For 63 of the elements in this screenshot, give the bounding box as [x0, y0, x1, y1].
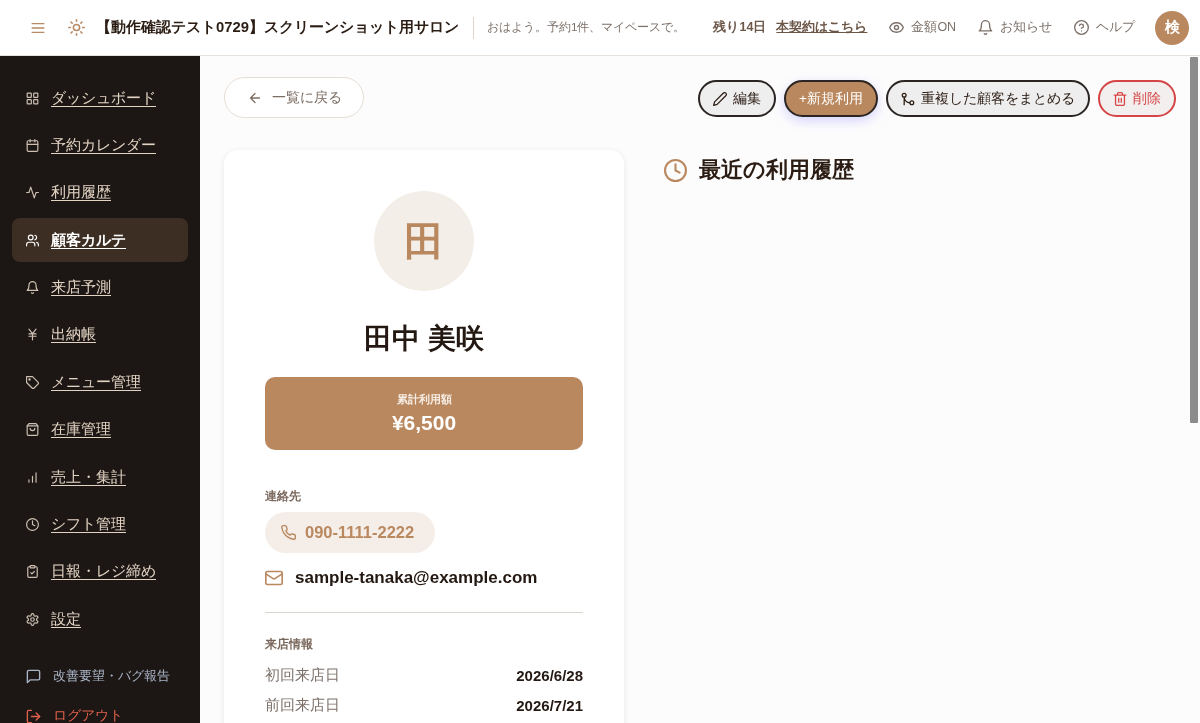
trial-remaining: 残り14日: [713, 19, 767, 36]
sidebar-item[interactable]: 出納帳: [12, 312, 188, 357]
dashboard-grid-icon: [26, 91, 39, 105]
sidebar-item[interactable]: 予約カレンダー: [12, 123, 188, 168]
bar-chart-icon: [26, 470, 39, 484]
salon-title: 【動作確認テスト0729】スクリーンショット用サロン: [96, 18, 459, 37]
sidebar-item[interactable]: ダッシュボード: [12, 76, 188, 120]
scrollbar-thumb[interactable]: [1190, 57, 1198, 423]
help-icon: [1074, 20, 1090, 35]
sidebar-item[interactable]: 設定: [12, 597, 188, 642]
sidebar-item[interactable]: シフト管理: [12, 502, 188, 547]
calendar-icon: [26, 138, 39, 152]
customer-name: 田中 美咲: [364, 322, 484, 356]
bell-icon: [978, 20, 994, 35]
visit-date: 2026/7/21: [516, 696, 583, 714]
yen-icon: [26, 328, 39, 342]
mail-icon: [265, 569, 283, 587]
merge-customers-button[interactable]: 重複した顧客をまとめる: [886, 80, 1090, 117]
history-title: 最近の利用履歴: [699, 156, 854, 184]
users-icon: [26, 233, 39, 247]
pencil-icon: [713, 91, 728, 106]
eye-icon: [889, 20, 905, 35]
message-icon: [26, 668, 41, 684]
trash-icon: [1113, 91, 1127, 106]
sidebar-item[interactable]: 在庫管理: [12, 407, 188, 452]
settings-icon: [26, 612, 39, 626]
visit-info-heading: 来店情報: [265, 636, 313, 652]
tag-icon: [26, 375, 39, 389]
back-button[interactable]: 一覧に戻る: [224, 77, 364, 118]
total-spent-value: ¥6,500: [391, 411, 457, 435]
visit-label: 初回来店日: [265, 665, 340, 685]
merge-branch-icon: [901, 91, 915, 106]
notifications-button[interactable]: お知らせ: [978, 19, 1053, 36]
feedback-link[interactable]: 改善要望・バグ報告: [12, 658, 188, 695]
bell-icon: [26, 281, 39, 295]
clock-icon: [26, 518, 39, 531]
upgrade-link[interactable]: 本契約はこちら: [776, 19, 868, 36]
email-address: sample-tanaka@example.com: [295, 568, 538, 588]
visit-date: 2026/6/28: [516, 666, 583, 684]
sidebar-item[interactable]: メニュー管理: [12, 360, 188, 405]
sidebar-item[interactable]: 顧客カルテ: [12, 218, 188, 263]
sidebar-item[interactable]: 売上・集計: [12, 455, 188, 500]
edit-button[interactable]: 編集: [698, 80, 777, 117]
help-button[interactable]: ヘルプ: [1074, 19, 1136, 36]
delete-button[interactable]: 削除: [1098, 80, 1176, 117]
greeting-text: おはよう。予約1件、マイペースで。: [486, 19, 686, 36]
logout-link[interactable]: ログアウト: [12, 698, 188, 723]
sidebar-item[interactable]: 日報・レジ締め: [12, 549, 188, 594]
shopping-bag-icon: [26, 423, 39, 437]
customer-avatar: 田: [374, 191, 474, 291]
sidebar-item[interactable]: 来店予測: [12, 265, 188, 310]
amount-toggle[interactable]: 金額ON: [889, 19, 957, 36]
phone-icon: [281, 525, 296, 540]
contact-heading: 連絡先: [265, 488, 301, 504]
clock-icon: [664, 158, 687, 182]
pulse-line-icon: [26, 186, 39, 200]
clipboard-check-icon: [26, 565, 39, 579]
sun-icon: [68, 19, 85, 36]
visit-label: 前回来店日: [265, 695, 340, 715]
arrow-left-icon: [248, 90, 262, 105]
sidebar-item[interactable]: 利用履歴: [12, 170, 188, 215]
logout-icon: [26, 708, 41, 723]
total-spent-label: 累計利用額: [396, 392, 452, 407]
